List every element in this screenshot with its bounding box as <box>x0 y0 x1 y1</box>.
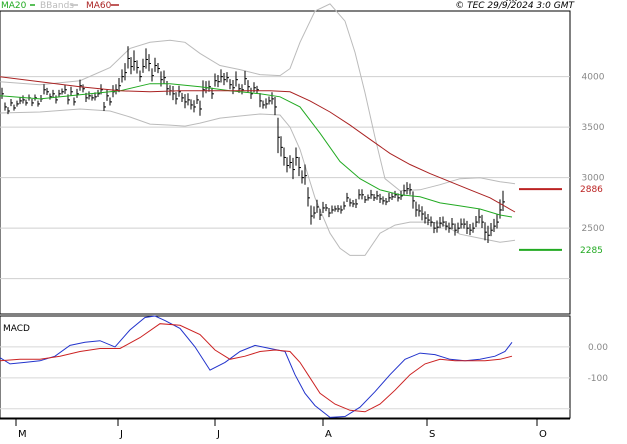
macd-y-tick-label: -100 <box>588 374 609 384</box>
price-y-tick-label: 3500 <box>582 123 605 133</box>
x-tick-label: S <box>429 429 435 440</box>
legend-label-ma60: MA60 <box>86 1 112 11</box>
x-tick-label: J <box>216 429 220 440</box>
macd-panel: 0.00 -100 MACD <box>0 315 609 419</box>
chart-root: 2886 2285 4000 3500 3000 2500 MA20 BBands MA… <box>0 0 627 440</box>
price-y-ticks: 4000 3500 3000 2500 <box>582 73 605 234</box>
copyright-text: © TEC 29/9/2024 3:0 GMT <box>455 1 575 11</box>
x-tick-label: M <box>18 429 27 440</box>
price-y-tick-label: 2500 <box>582 224 605 234</box>
x-tick-label: A <box>325 429 332 440</box>
macd-panel-frame <box>0 315 571 419</box>
x-tick-label: J <box>119 429 123 440</box>
x-tick-label: O <box>539 429 547 440</box>
chart-svg: 28862285 4000350030002500 MA20 BBands MA… <box>0 0 609 440</box>
macd-y-ticks: 0.00 -100 <box>588 343 609 384</box>
price-panel: 2886 2285 4000 3500 3000 2500 <box>0 0 605 315</box>
price-y-tick-label: 4000 <box>582 73 605 83</box>
price-marker-label-ma60: 2886 <box>580 185 603 195</box>
price-panel-frame <box>0 10 571 315</box>
price-marker-label-ma20: 2285 <box>580 246 603 256</box>
x-axis: MJJASO <box>0 418 570 440</box>
legend-label-ma20: MA20 <box>1 1 27 11</box>
header: MA20 BBands MA60 © TEC 29/9/2024 3:0 GMT <box>1 1 576 11</box>
macd-title: MACD <box>3 324 30 334</box>
legend-label-bbands: BBands <box>40 1 74 11</box>
price-y-tick-label: 3000 <box>582 174 605 184</box>
macd-y-tick-label: 0.00 <box>588 343 608 353</box>
